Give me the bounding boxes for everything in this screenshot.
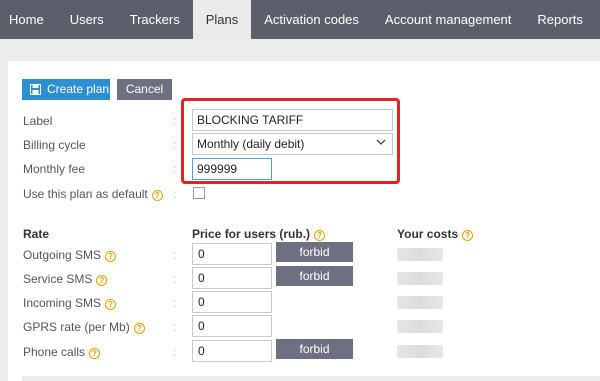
colon: : xyxy=(173,248,177,262)
nav-account-management[interactable]: Account management xyxy=(372,0,524,39)
colon: : xyxy=(173,162,177,176)
help-icon[interactable]: ? xyxy=(105,299,117,310)
default-plan-checkbox[interactable] xyxy=(193,187,205,199)
gprs-price-input[interactable]: 0 xyxy=(192,315,272,337)
nav-users[interactable]: Users xyxy=(57,0,117,39)
colon: : xyxy=(173,272,177,286)
nav-reports[interactable]: Reports xyxy=(524,0,596,39)
label-field-label: Label xyxy=(23,114,53,128)
phone-calls-price-input[interactable]: 0 xyxy=(192,340,272,362)
phone-calls-forbid-button[interactable]: forbid xyxy=(276,339,353,359)
colon: : xyxy=(173,138,177,152)
chevron-down-icon xyxy=(376,139,386,145)
label-input[interactable]: BLOCKING TARIFF xyxy=(192,109,393,131)
phone-calls-cost xyxy=(397,345,443,358)
service-sms-forbid-button[interactable]: forbid xyxy=(276,266,353,286)
help-icon[interactable]: ? xyxy=(105,251,117,262)
create-plan-label: Create plan xyxy=(47,82,110,96)
help-icon[interactable]: ? xyxy=(96,275,108,286)
nav-activation-codes[interactable]: Activation codes xyxy=(251,0,372,39)
help-icon[interactable]: ? xyxy=(462,230,474,241)
nav-plans[interactable]: Plans xyxy=(192,0,252,39)
gprs-cost xyxy=(397,320,443,333)
rate-column-header: Rate xyxy=(23,227,50,241)
incoming-sms-cost xyxy=(397,296,443,309)
rate-label-gprs: GPRS rate (per Mb)? xyxy=(23,320,145,334)
help-icon[interactable]: ? xyxy=(133,323,145,334)
monthly-fee-input[interactable]: 999999 xyxy=(192,158,272,180)
nav-trackers[interactable]: Trackers xyxy=(117,0,193,39)
rate-label-service-sms: Service SMS? xyxy=(23,272,108,286)
rate-label-phone-calls: Phone calls? xyxy=(23,345,101,359)
rate-label-outgoing-sms: Outgoing SMS? xyxy=(23,248,117,262)
colon: : xyxy=(173,187,177,201)
billing-cycle-label: Billing cycle xyxy=(23,138,86,152)
costs-column-header: Your costs? xyxy=(397,227,474,241)
billing-cycle-select[interactable]: Monthly (daily debit) xyxy=(192,133,393,155)
outgoing-sms-cost xyxy=(397,248,443,261)
billing-cycle-value: Monthly (daily debit) xyxy=(197,137,305,151)
divider xyxy=(22,376,600,381)
default-plan-label: Use this plan as default? xyxy=(23,187,163,201)
create-plan-button[interactable]: Create plan xyxy=(22,79,110,100)
top-navigation: Home Users Trackers Plans Activation cod… xyxy=(0,0,600,39)
outgoing-sms-price-input[interactable]: 0 xyxy=(192,243,272,265)
help-icon[interactable]: ? xyxy=(314,230,326,241)
cancel-button[interactable]: Cancel xyxy=(117,79,172,100)
incoming-sms-price-input[interactable]: 0 xyxy=(192,291,272,313)
outgoing-sms-forbid-button[interactable]: forbid xyxy=(276,242,353,262)
nav-home[interactable]: Home xyxy=(0,0,57,39)
colon: : xyxy=(173,345,177,359)
help-icon[interactable]: ? xyxy=(89,348,101,359)
help-icon[interactable]: ? xyxy=(151,190,163,201)
rate-label-incoming-sms: Incoming SMS? xyxy=(23,296,117,310)
monthly-fee-label: Monthly fee xyxy=(23,162,86,176)
colon: : xyxy=(173,114,177,128)
service-sms-price-input[interactable]: 0 xyxy=(192,267,272,289)
colon: : xyxy=(173,320,177,334)
price-column-header: Price for users (rub.)? xyxy=(192,227,326,241)
save-icon xyxy=(30,84,41,95)
colon: : xyxy=(173,296,177,310)
service-sms-cost xyxy=(397,272,443,285)
